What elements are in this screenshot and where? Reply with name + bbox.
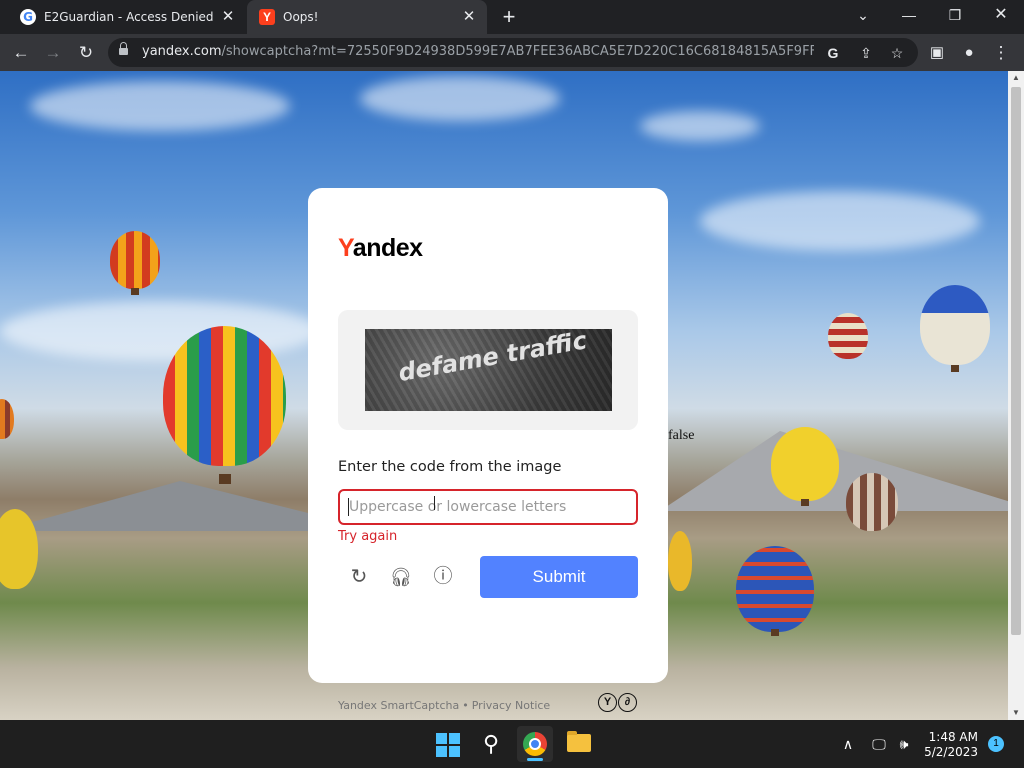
- audio-captcha-icon[interactable]: 🎧︎: [388, 564, 414, 590]
- balloon-basket: [951, 365, 959, 372]
- captcha-card: Yandex defame traffic Enter the code fro…: [308, 188, 668, 712]
- address-bar[interactable]: yandex.com/showcaptcha?mt=72550F9D24938D…: [108, 38, 918, 67]
- bookmark-star-icon[interactable]: ☆: [887, 43, 907, 63]
- hot-air-balloon: [846, 473, 898, 531]
- card-footer: Yandex SmartCaptcha • Privacy Notice: [338, 699, 550, 712]
- stray-text: false: [668, 428, 695, 443]
- menu-kebab-icon[interactable]: ⋮: [988, 40, 1014, 66]
- captcha-prompt: Enter the code from the image: [338, 459, 562, 475]
- cloud: [640, 111, 760, 141]
- search-icon[interactable]: ⚲: [473, 726, 509, 762]
- chrome-taskbar-icon[interactable]: [517, 726, 553, 762]
- info-icon[interactable]: ⓘ: [430, 564, 456, 590]
- minimize-button[interactable]: —: [886, 0, 932, 34]
- show-hidden-icons-chevron-icon[interactable]: ∧: [837, 734, 859, 754]
- smartcaptcha-link[interactable]: Yandex SmartCaptcha: [338, 699, 459, 712]
- windows-taskbar: ⚲ ∧ 🖵 🕪: [0, 720, 1024, 768]
- close-tab-icon[interactable]: ✕: [220, 9, 236, 25]
- balloon-basket: [219, 474, 231, 484]
- scrollbar-thumb[interactable]: [1011, 87, 1021, 635]
- balloon-basket: [771, 629, 779, 636]
- page-viewport: false Yandex defame traffic Enter the co…: [0, 71, 1008, 720]
- yandex-logo: Yandex: [338, 234, 423, 262]
- cloud: [30, 81, 290, 131]
- cloud: [700, 191, 980, 251]
- hot-air-balloon: [110, 231, 160, 289]
- hot-air-balloon: [771, 427, 839, 501]
- refresh-captcha-icon[interactable]: ↻: [346, 564, 372, 590]
- profile-icon[interactable]: ●: [956, 40, 982, 66]
- volume-icon[interactable]: 🕪: [893, 734, 915, 754]
- mouse-ibeam-cursor: [434, 496, 440, 510]
- start-windows-icon[interactable]: [429, 726, 465, 762]
- clock-time: 1:48 AM: [928, 730, 978, 744]
- file-explorer-icon[interactable]: [561, 726, 597, 762]
- back-button[interactable]: ←: [8, 40, 34, 66]
- captcha-code-input[interactable]: [338, 489, 638, 525]
- clock-date: 5/2/2023: [924, 745, 978, 759]
- error-message: Try again: [338, 529, 398, 544]
- footer-separator: •: [462, 699, 469, 712]
- google-lens-icon[interactable]: G: [823, 43, 843, 63]
- smartcaptcha-logo-icon: Y ∂: [598, 693, 638, 712]
- system-clock[interactable]: 1:48 AM 5/2/2023: [918, 730, 978, 760]
- chrome-logo: [523, 732, 547, 756]
- tab-oops[interactable]: Y Oops! ✕: [247, 0, 487, 34]
- google-g-icon: G: [20, 9, 36, 25]
- hot-air-balloon: [163, 326, 286, 466]
- lock-icon[interactable]: [119, 42, 128, 57]
- browser-toolbar: ← → ↻ yandex.com/showcaptcha?mt=72550F9D…: [0, 34, 1024, 71]
- submit-button[interactable]: Submit: [480, 556, 638, 598]
- page-scrollbar[interactable]: ▲ ▼: [1008, 71, 1024, 720]
- new-tab-button[interactable]: +: [498, 6, 520, 28]
- hot-air-balloon: [828, 313, 868, 359]
- hot-air-balloon: [668, 531, 692, 591]
- hot-air-balloon: [0, 399, 14, 439]
- scroll-up-arrow-icon[interactable]: ▲: [1008, 71, 1024, 85]
- forward-button[interactable]: →: [40, 40, 66, 66]
- text-caret: [348, 498, 349, 516]
- folder-graphic: [567, 731, 591, 752]
- balloon-basket: [131, 288, 139, 295]
- tab-search-icon[interactable]: ⌄: [840, 0, 886, 34]
- active-app-indicator: [527, 758, 543, 761]
- scroll-down-arrow-icon[interactable]: ▼: [1008, 706, 1024, 720]
- close-window-button[interactable]: ✕: [978, 0, 1024, 34]
- captcha-image-container: defame traffic: [338, 310, 638, 430]
- network-icon[interactable]: 🖵: [868, 734, 890, 754]
- notification-badge[interactable]: 1: [988, 736, 1004, 752]
- tab-title: E2Guardian - Access Denied: [44, 10, 214, 24]
- tab-strip: G E2Guardian - Access Denied ✕ Y Oops! ✕…: [0, 0, 1024, 34]
- tab-e2guardian[interactable]: G E2Guardian - Access Denied ✕: [8, 0, 246, 34]
- captcha-image: defame traffic: [365, 329, 612, 411]
- hot-air-balloon: [736, 546, 814, 632]
- yandex-y-icon: Y: [259, 9, 275, 25]
- close-tab-icon[interactable]: ✕: [461, 9, 477, 25]
- restore-button[interactable]: ❐: [932, 0, 978, 34]
- url-text[interactable]: yandex.com/showcaptcha?mt=72550F9D24938D…: [142, 44, 814, 59]
- hot-air-balloon: [920, 285, 990, 365]
- reload-button[interactable]: ↻: [73, 40, 99, 66]
- balloon-basket: [801, 499, 809, 506]
- privacy-notice-link[interactable]: Privacy Notice: [472, 699, 550, 712]
- side-panel-icon[interactable]: ▣: [924, 40, 950, 66]
- tab-title: Oops!: [283, 10, 319, 24]
- cloud: [360, 76, 560, 121]
- share-icon[interactable]: ⇪: [856, 43, 876, 63]
